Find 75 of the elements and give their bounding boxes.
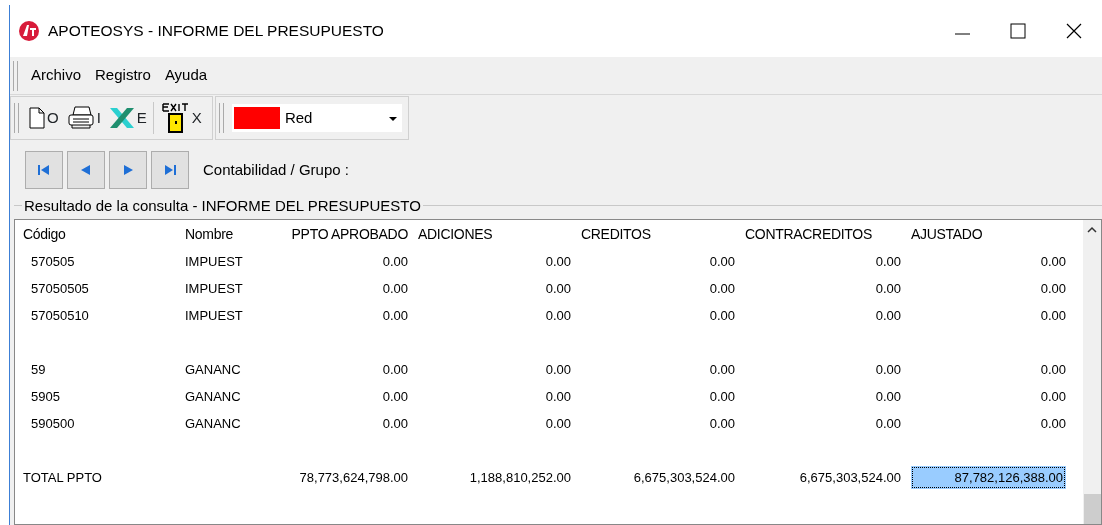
table-cell: 0.00 [1040,388,1066,404]
table-cell: 0.00 [709,307,735,323]
table-cell: 78,773,624,798.00 [299,469,408,485]
color-dropdown[interactable]: Red [231,104,402,132]
spreadsheet-icon [108,107,135,129]
table-cell-text: GANANC [185,387,239,406]
table-cell: 0.00 [875,361,901,377]
table-cell: 87,782,126,388.00 [911,465,1066,490]
table-cell: 0.00 [1040,307,1066,323]
menu-item[interactable]: Ayuda [157,64,215,87]
last-record-icon [162,162,178,178]
group-title: Resultado de la consulta - INFORME DEL PRESUPUESTO [22,197,423,214]
menu-item[interactable]: Archivo [24,64,89,87]
table-cell: 0.00 [545,253,571,269]
table-cell: 0.00 [875,388,901,404]
table-cell-text: 59 [30,360,47,379]
toolbar-button[interactable]: I [62,106,105,130]
table-cell: 6,675,303,524.00 [633,469,735,485]
table-cell: 0.00 [382,307,408,323]
table-cell: 0.00 [545,280,571,296]
next-button[interactable] [109,151,147,189]
exit-door-icon [159,102,190,134]
column-header[interactable]: Nombre [185,223,239,245]
column-header[interactable]: AJUSTADO [901,223,1066,245]
menu-item[interactable]: Registro [88,64,158,87]
table-cell: 1,188,810,252.00 [469,469,571,485]
table-cell-text: GANANC [185,414,239,433]
column-header[interactable]: PPTO APROBADO [239,223,408,245]
table-cell-text: GANANC [185,360,239,379]
total-label: TOTAL PPTO [22,468,103,487]
table-cell: 0.00 [709,253,735,269]
table-cell: 0.00 [545,307,571,323]
document-icon [29,107,45,129]
column-header[interactable]: CONTRACREDITOS [735,223,901,245]
toolbar-button[interactable]: E [104,106,151,130]
table-cell-text: 57050510 [30,306,90,325]
app-logo-icon [18,20,40,43]
table-cell: 0.00 [875,280,901,296]
column-header[interactable]: Código [15,223,185,245]
field-label: Contabilidad / Grupo : [203,159,349,180]
table-cell: 0.00 [875,415,901,431]
table-cell: 0.00 [1040,361,1066,377]
table-cell: 0.00 [382,415,408,431]
last-record-button[interactable] [151,151,189,189]
column-header[interactable]: ADICIONES [408,223,571,245]
table-cell: 0.00 [1040,253,1066,269]
column-header[interactable]: CREDITOS [571,223,735,245]
table-cell: 0.00 [1040,280,1066,296]
table-cell-text: 57050505 [30,279,90,298]
table-cell: 0.00 [709,415,735,431]
table-cell: 0.00 [709,388,735,404]
table-cell: 0.00 [545,415,571,431]
table-cell: 0.00 [382,361,408,377]
scrollbar-thumb[interactable] [1083,494,1101,524]
table-cell: 0.00 [1040,415,1066,431]
first-button[interactable] [25,151,63,189]
table-cell: 0.00 [382,388,408,404]
table-cell: 0.00 [545,388,571,404]
table-cell: 0.00 [875,307,901,323]
table-cell: 0.00 [382,253,408,269]
table-cell: 0.00 [545,361,571,377]
table-cell: 0.00 [382,280,408,296]
table-cell: 0.00 [709,361,735,377]
table-cell: 6,675,303,524.00 [799,469,901,485]
toolbar-button[interactable]: X [155,102,206,134]
previous-button[interactable] [67,151,105,189]
first-icon [36,162,52,178]
printer-icon [66,106,95,130]
toolbar-button[interactable]: O [25,106,63,130]
window-title: APOTEOSYS - INFORME DEL PRESUPUESTO [48,21,384,42]
table-cell-text: 570505 [30,252,76,271]
table-cell-text: 590500 [30,414,76,433]
table-cell: 0.00 [709,280,735,296]
table-cell: 0.00 [875,253,901,269]
table-cell-text: 5905 [30,387,61,406]
